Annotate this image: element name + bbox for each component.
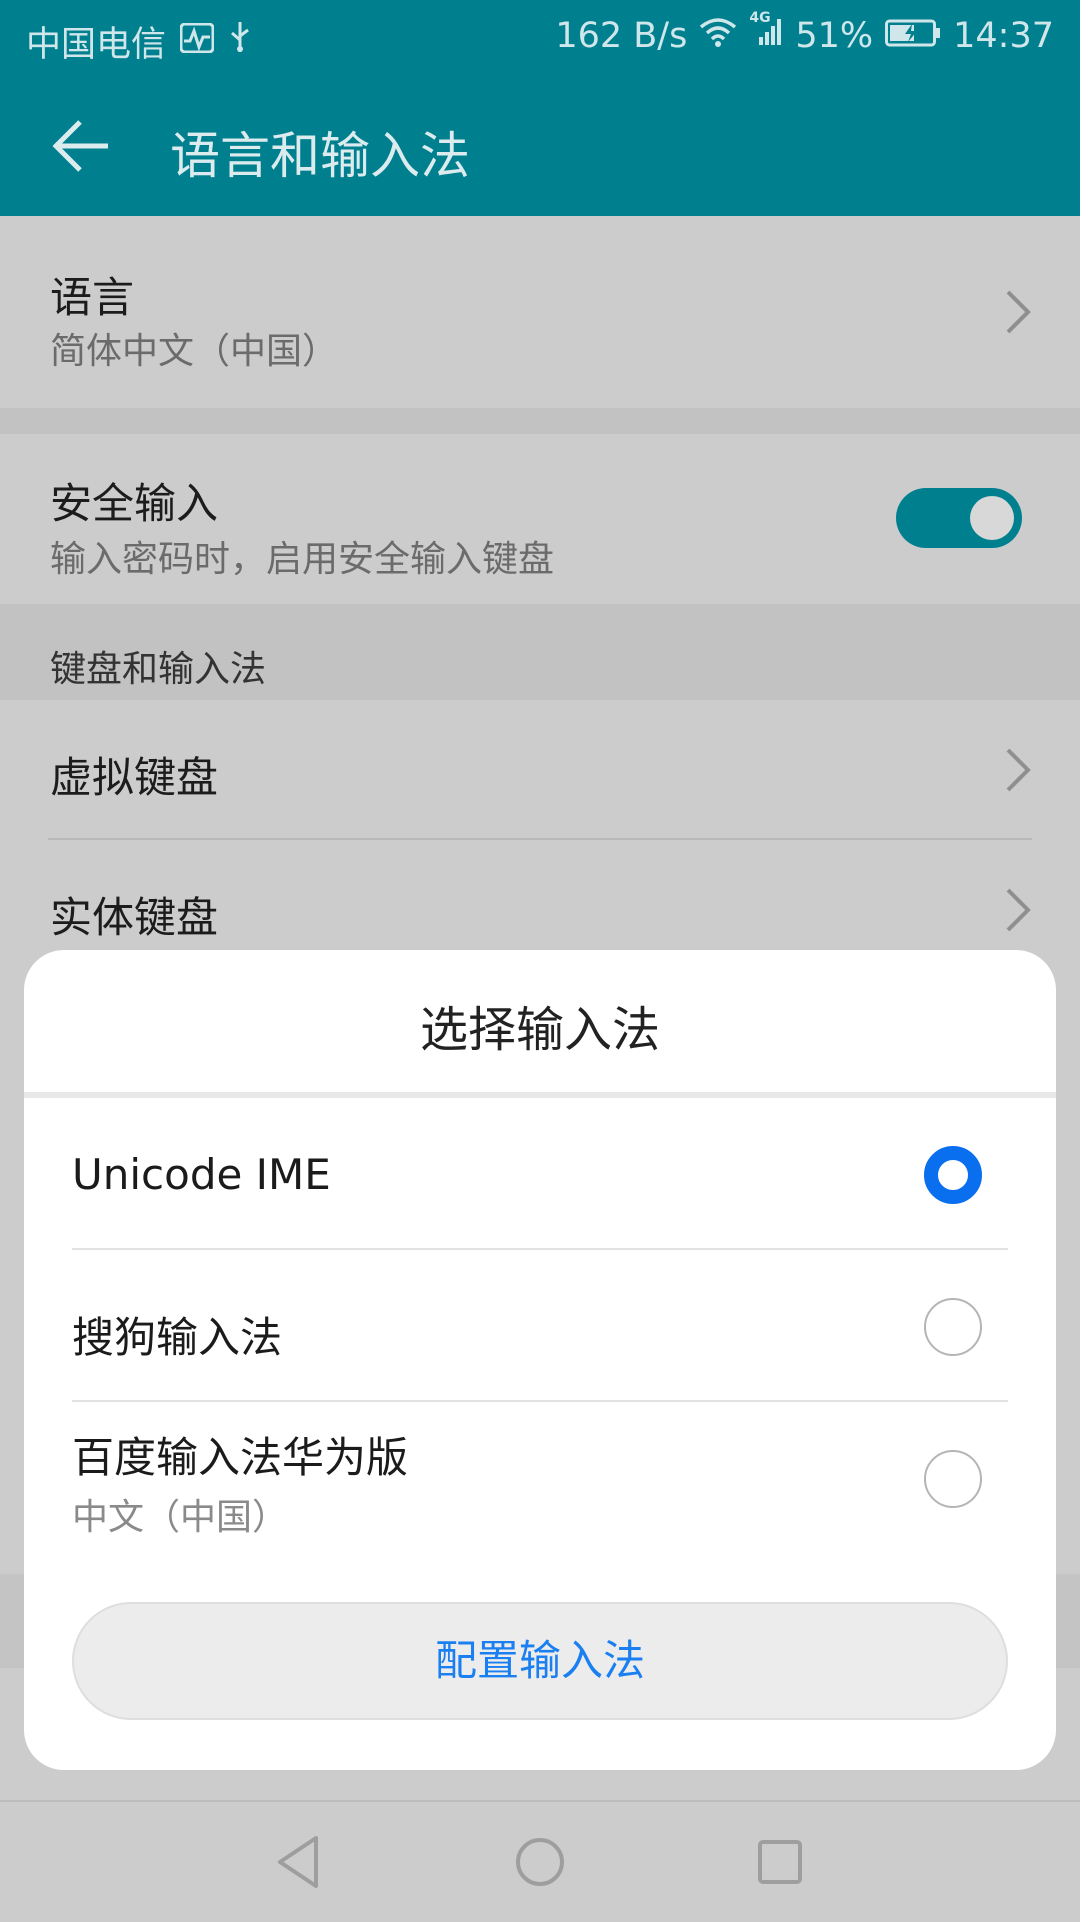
language-value: 简体中文（中国）: [50, 331, 339, 372]
cellular-signal-icon: 4G: [749, 10, 783, 56]
page-title: 语言和输入法: [170, 127, 470, 185]
battery-percent-label: 51%: [795, 16, 874, 56]
ime-option-unicode[interactable]: Unicode IME: [24, 1098, 1056, 1250]
language-setting-row[interactable]: 语言 简体中文（中国）: [0, 216, 1080, 408]
network-type-label: 4G: [749, 10, 771, 26]
virtual-keyboard-row[interactable]: 虚拟键盘: [0, 700, 1080, 838]
virtual-keyboard-label: 虚拟键盘: [50, 753, 219, 802]
nav-home-icon[interactable]: [508, 1830, 572, 1894]
keyboard-section-title: 键盘和输入法: [50, 649, 267, 690]
ime-option-label: Unicode IME: [72, 1150, 331, 1199]
net-speed-label: 162 B/s: [555, 16, 688, 56]
keyboard-section-header: 键盘和输入法: [0, 604, 1080, 700]
radio-button[interactable]: [924, 1298, 982, 1356]
app-bar: 语言和输入法: [0, 74, 1080, 216]
configure-input-method-button[interactable]: 配置输入法: [72, 1602, 1008, 1720]
nav-recents-icon[interactable]: [748, 1830, 812, 1894]
clock-label: 14:37: [953, 16, 1054, 56]
chevron-right-icon: [1006, 888, 1031, 932]
ime-option-sublabel: 中文（中国）: [72, 1497, 289, 1538]
radio-button[interactable]: [924, 1450, 982, 1508]
ime-option-sogou[interactable]: 搜狗输入法: [24, 1250, 1056, 1402]
nav-back-icon[interactable]: [268, 1830, 332, 1894]
dialog-title: 选择输入法: [419, 1002, 660, 1058]
wifi-icon: [699, 16, 737, 56]
group-separator: [0, 408, 1080, 434]
radio-button-selected[interactable]: [924, 1146, 982, 1204]
toggle-knob: [970, 496, 1014, 540]
chevron-right-icon: [1006, 748, 1031, 792]
back-arrow-icon[interactable]: [50, 114, 114, 178]
navigation-bar: [0, 1800, 1080, 1922]
ime-option-label: 百度输入法华为版: [72, 1433, 409, 1482]
secure-input-toggle[interactable]: [896, 488, 1022, 548]
secure-input-description: 输入密码时，启用安全输入键盘: [50, 539, 555, 580]
battery-charging-icon: [885, 16, 941, 56]
carrier-label: 中国电信: [26, 25, 167, 65]
activity-monitor-icon: [179, 22, 215, 62]
input-method-dialog: 选择输入法 Unicode IME 搜狗输入法 百度输入法华为版 中文（中国） …: [24, 950, 1056, 1770]
usb-icon: [228, 20, 252, 63]
language-label: 语言: [50, 273, 135, 322]
ime-option-baidu[interactable]: 百度输入法华为版 中文（中国）: [24, 1402, 1056, 1582]
ime-option-label: 搜狗输入法: [72, 1313, 283, 1362]
secure-input-label: 安全输入: [50, 479, 219, 528]
physical-keyboard-label: 实体键盘: [50, 893, 219, 942]
chevron-right-icon: [1006, 290, 1031, 334]
status-bar: 中国电信 162 B/s 4G 51% 14:37: [0, 0, 1080, 74]
secure-input-row: 安全输入 输入密码时，启用安全输入键盘: [0, 434, 1080, 604]
